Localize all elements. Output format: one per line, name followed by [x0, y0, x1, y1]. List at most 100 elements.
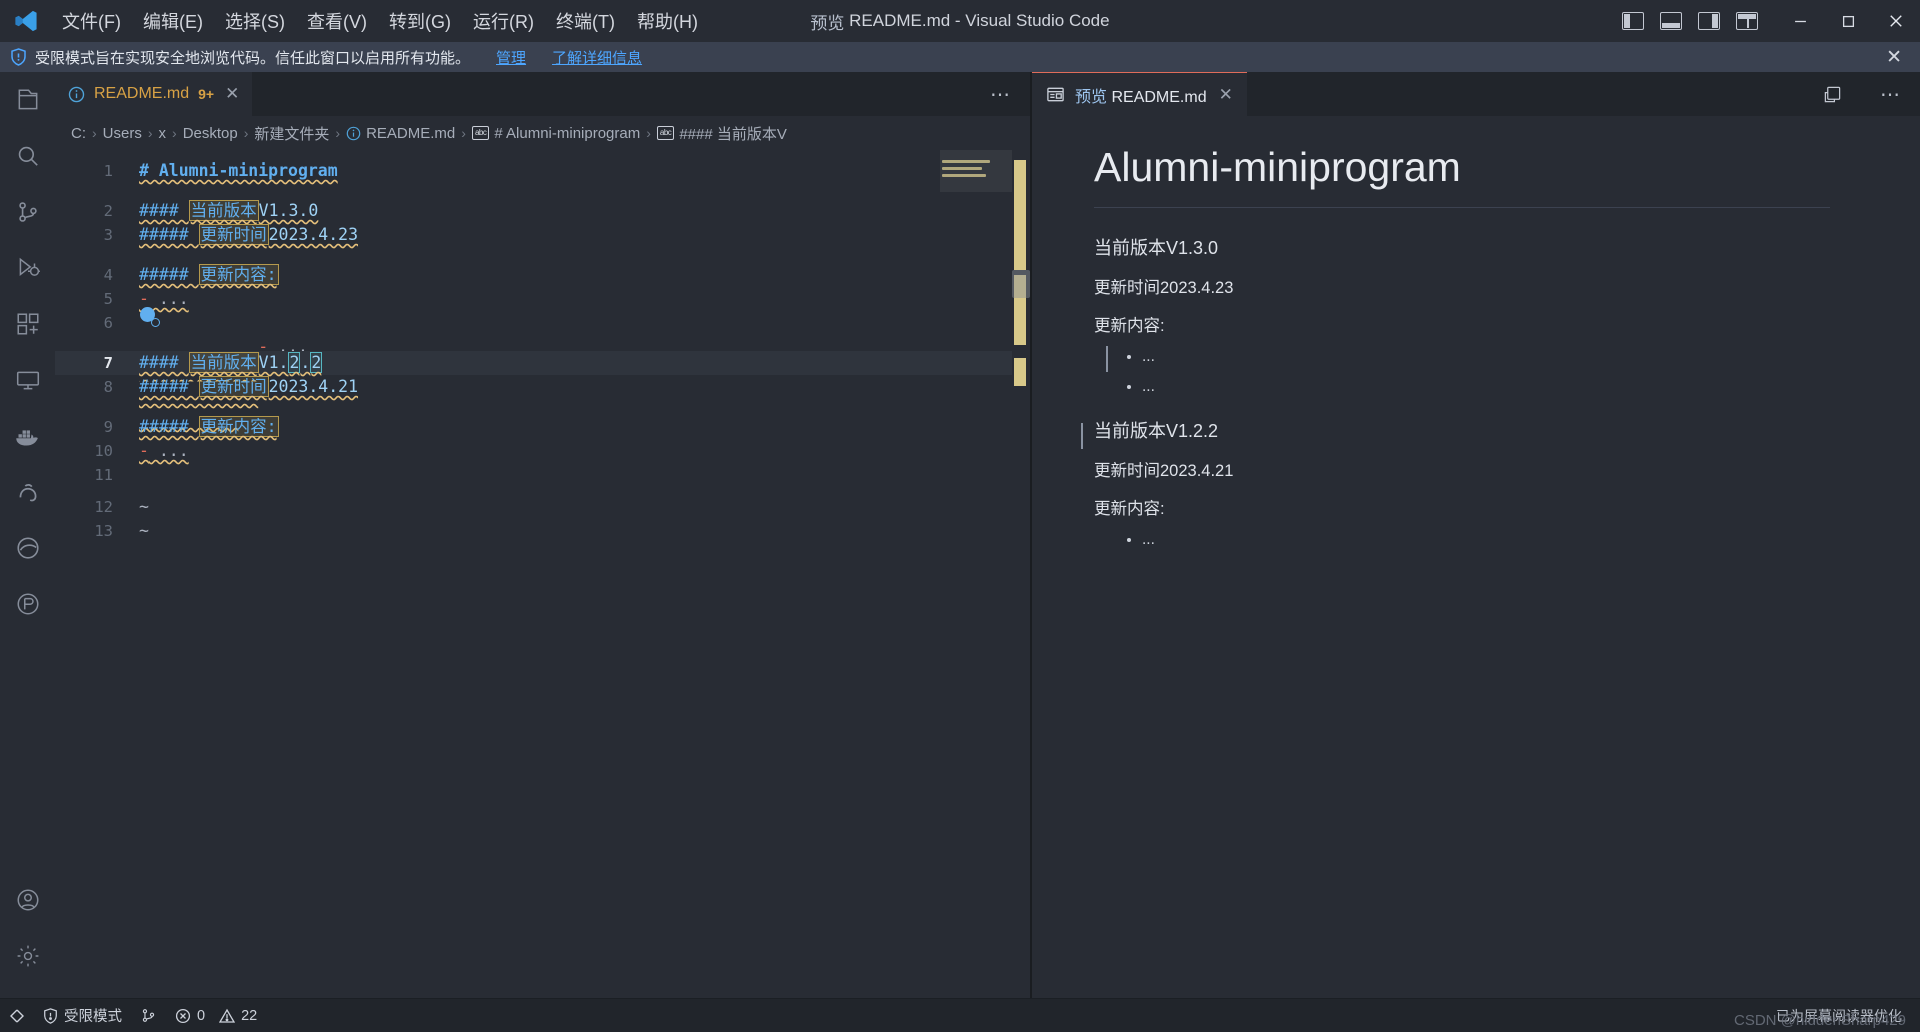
- window-minimize-button[interactable]: [1776, 0, 1824, 42]
- customize-layout-icon[interactable]: [1736, 12, 1758, 30]
- error-circle-icon: [175, 1008, 191, 1024]
- line-content: ##### 更新内容:: [139, 264, 279, 285]
- breadcrumb-item-0[interactable]: C:: [71, 125, 86, 142]
- line-number: 7: [103, 354, 113, 372]
- warning-triangle-icon: [219, 1008, 236, 1024]
- banner-close-button[interactable]: ✕: [1878, 44, 1910, 71]
- code-line-13[interactable]: 13 ~: [55, 519, 1030, 543]
- breadcrumb-item-5[interactable]: README.md: [346, 125, 455, 142]
- preview-block-content-label-1: 更新内容:: [1094, 317, 1165, 336]
- editor-vertical-scrollbar[interactable]: [1012, 270, 1030, 298]
- code-line-5[interactable]: 5 - ...: [55, 287, 1030, 311]
- preview-heading-1: Alumni-miniprogram: [1094, 142, 1830, 209]
- docker-icon[interactable]: [0, 408, 55, 464]
- line-number: 13: [94, 522, 113, 540]
- minimap-slider[interactable]: [940, 150, 1012, 192]
- code-line-4[interactable]: 4 ##### 更新内容:: [55, 263, 1030, 287]
- menu-help[interactable]: 帮助(H): [627, 4, 708, 38]
- tab-bar-right: 预览 README.md ✕ ⋯: [1032, 72, 1920, 116]
- menu-edit[interactable]: 编辑(E): [133, 4, 213, 38]
- code-line-10[interactable]: 10 - ...: [55, 439, 1030, 463]
- run-debug-icon[interactable]: [0, 240, 55, 296]
- line-number: 12: [94, 498, 113, 516]
- source-control-status[interactable]: [131, 999, 166, 1032]
- window-maximize-button[interactable]: [1824, 0, 1872, 42]
- preview-icon: [1046, 85, 1065, 104]
- code-line-12[interactable]: 12 ~: [55, 495, 1030, 519]
- menu-selection[interactable]: 选择(S): [215, 4, 295, 38]
- status-bar-left: 受限模式 0 22: [0, 999, 266, 1032]
- status-bar: 受限模式 0 22 已为屏幕阅读器优化 CSDN @hiddenSharp429: [0, 998, 1920, 1032]
- breadcrumb-item-3[interactable]: Desktop: [183, 125, 238, 142]
- breadcrumb-item-1[interactable]: Users: [103, 125, 142, 142]
- tab-problem-badge: 9+: [198, 86, 215, 102]
- tab-bar-left: README.md 9+ ✕ ⋯: [55, 72, 1030, 116]
- tab-close-icon[interactable]: ✕: [1219, 85, 1233, 105]
- line-number: 8: [103, 378, 113, 396]
- preview-list-1: ... ...: [1142, 342, 1830, 401]
- tab-readme-md[interactable]: README.md 9+ ✕: [55, 72, 254, 116]
- remote-explorer-icon[interactable]: [0, 352, 55, 408]
- breadcrumb-item-7-label: #### 当前版本V: [679, 125, 787, 143]
- info-circle-icon: [346, 126, 361, 141]
- code-editor[interactable]: 1 # Alumni-miniprogram 2 #### 当前版本 V1.3.0…: [55, 150, 1030, 998]
- accounts-icon[interactable]: [0, 872, 55, 928]
- breadcrumb-item-2[interactable]: x: [159, 125, 167, 142]
- editor-actions-right[interactable]: ⋯: [1805, 72, 1920, 116]
- code-line-2[interactable]: 2 #### 当前版本 V1.3.0: [55, 199, 1030, 223]
- window-close-button[interactable]: [1872, 0, 1920, 42]
- banner-message: 受限模式旨在实现安全地浏览代码。信任此窗口以启用所有功能。: [35, 49, 471, 67]
- error-count: 0: [197, 1007, 206, 1024]
- layout-controls[interactable]: [1622, 12, 1776, 30]
- line-number: 11: [94, 466, 113, 484]
- tab-close-icon[interactable]: ✕: [225, 84, 239, 104]
- code-line-6[interactable]: 6 - ...: [55, 307, 1030, 356]
- banner-manage-link[interactable]: 管理: [496, 47, 526, 68]
- breadcrumb-item-6-label: # Alumni-miniprogram: [494, 124, 641, 142]
- titlebar-right-controls: [1622, 0, 1920, 42]
- breadcrumb-item-7[interactable]: abc #### 当前版本V: [656, 123, 787, 144]
- menu-view[interactable]: 查看(V): [297, 4, 377, 38]
- explorer-icon[interactable]: [0, 72, 55, 128]
- code-line-3[interactable]: 3 ##### 更新时间 2023.4.23: [55, 223, 1030, 247]
- source-control-icon[interactable]: [0, 184, 55, 240]
- banner-learn-more-link[interactable]: 了解详细信息: [552, 47, 642, 68]
- breadcrumb-item-4[interactable]: 新建文件夹: [254, 123, 329, 144]
- toggle-panel-icon[interactable]: [1660, 12, 1682, 30]
- code-line-9[interactable]: 9 ##### 更新内容:: [55, 415, 1030, 439]
- line-number: 6: [103, 314, 113, 332]
- line-number: 5: [103, 290, 113, 308]
- breadcrumb: C: › Users › x › Desktop › 新建文件夹 › READM…: [55, 116, 1030, 150]
- markdown-preview[interactable]: Alumni-miniprogram 当前版本V1.3.0 更新时间2023.4…: [1032, 116, 1920, 998]
- editor-actions-more-icon[interactable]: ⋯: [972, 72, 1030, 116]
- menu-run[interactable]: 运行(R): [463, 4, 544, 38]
- extensions-icon[interactable]: [0, 296, 55, 352]
- code-line-11[interactable]: 11: [55, 463, 1030, 487]
- search-icon[interactable]: [0, 128, 55, 184]
- problems-status[interactable]: 0 22: [166, 999, 266, 1032]
- settings-gear-icon[interactable]: [0, 928, 55, 984]
- anaconda-icon[interactable]: [0, 464, 55, 520]
- tab-preview-label: 预览 README.md: [1075, 83, 1207, 107]
- split-editor-icon[interactable]: [1823, 85, 1842, 104]
- menu-bar[interactable]: 文件(F) 编辑(E) 选择(S) 查看(V) 转到(G) 运行(R) 终端(T…: [52, 4, 708, 38]
- code-line-1[interactable]: 1 # Alumni-miniprogram: [55, 159, 1030, 183]
- tab-preview-prefix: 预览: [1075, 88, 1108, 106]
- workspace-trust-status[interactable]: 受限模式: [34, 999, 131, 1032]
- workbench: README.md 9+ ✕ ⋯ C: › Users › x › Deskto…: [0, 72, 1920, 998]
- tab-preview-readme[interactable]: 预览 README.md ✕: [1032, 72, 1247, 116]
- edge-tools-icon[interactable]: [0, 520, 55, 576]
- toggle-primary-sidebar-icon[interactable]: [1622, 12, 1644, 30]
- menu-go[interactable]: 转到(G): [379, 4, 461, 38]
- toggle-secondary-sidebar-icon[interactable]: [1698, 12, 1720, 30]
- editor-more-actions-icon[interactable]: ⋯: [1880, 82, 1902, 107]
- source-control-icon: [140, 1007, 157, 1024]
- breadcrumb-item-6[interactable]: abc # Alumni-miniprogram: [471, 124, 641, 142]
- code-line-7[interactable]: 7 #### 当前版本 V1.2.2: [55, 351, 1030, 375]
- remote-window-button[interactable]: [0, 999, 34, 1032]
- menu-terminal[interactable]: 终端(T): [546, 4, 625, 38]
- workspace-trust-banner: 受限模式旨在实现安全地浏览代码。信任此窗口以启用所有功能。 管理 了解详细信息 …: [0, 42, 1920, 72]
- code-line-8[interactable]: 8 ##### 更新时间 2023.4.21: [55, 375, 1030, 399]
- menu-file[interactable]: 文件(F): [52, 4, 131, 38]
- gitlens-icon[interactable]: [0, 576, 55, 632]
